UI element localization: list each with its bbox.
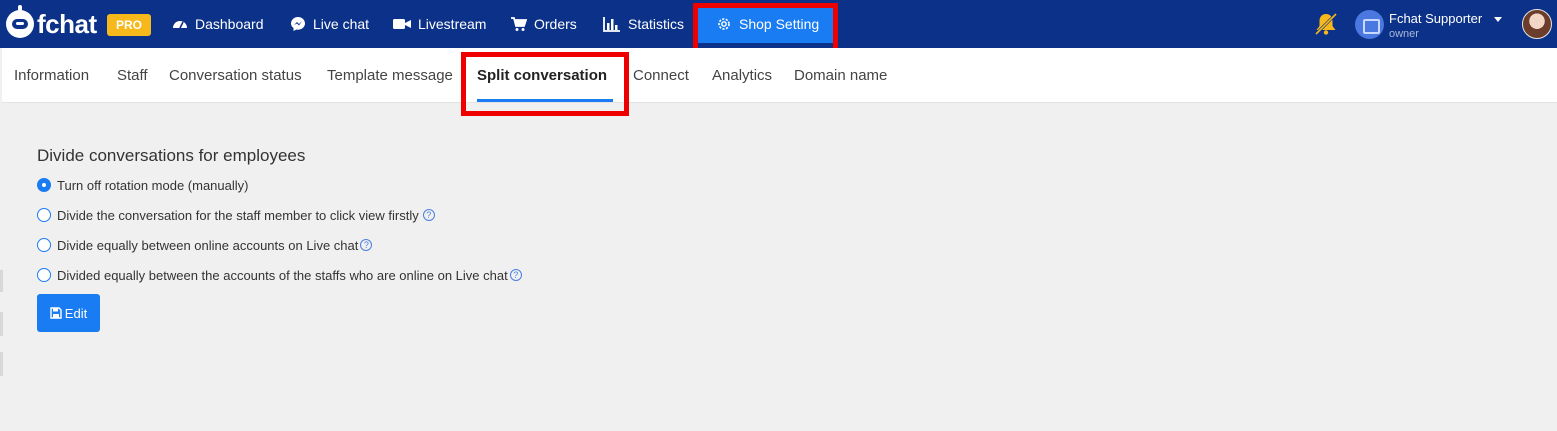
cart-icon	[511, 16, 528, 32]
user-role: owner	[1389, 28, 1419, 40]
help-icon[interactable]: ?	[422, 209, 435, 221]
nav-livestream[interactable]: Livestream	[393, 0, 486, 48]
fchat-logo[interactable]: fchat	[6, 5, 97, 40]
nav-live-chat[interactable]: Live chat	[290, 0, 369, 48]
bell-slash-icon[interactable]	[1313, 11, 1339, 37]
nav-orders[interactable]: Orders	[511, 0, 577, 48]
dashboard-icon	[172, 16, 188, 32]
pro-badge: PRO	[107, 14, 151, 36]
save-icon	[50, 307, 62, 319]
nav-live-chat-label: Live chat	[313, 16, 370, 32]
radio-online-accounts[interactable]	[37, 238, 51, 252]
nav-dashboard[interactable]: Dashboard	[172, 0, 264, 48]
option-online-staff[interactable]: Divided equally between the accounts of …	[37, 266, 522, 284]
bar-chart-icon	[603, 16, 621, 32]
radio-online-staff[interactable]	[37, 268, 51, 282]
option-manual-label: Turn off rotation mode (manually)	[57, 177, 249, 193]
chevron-down-icon[interactable]	[1494, 17, 1502, 22]
help-icon[interactable]: ?	[509, 269, 522, 281]
option-click-view-first-label: Divide the conversation for the staff me…	[57, 207, 419, 223]
nav-livestream-label: Livestream	[418, 16, 487, 32]
nav-statistics[interactable]: Statistics	[603, 0, 684, 48]
left-edge-strip	[0, 312, 3, 336]
tab-connect[interactable]: Connect	[633, 48, 689, 102]
user-name[interactable]: Fchat Supporter	[1389, 11, 1482, 26]
section-title: Divide conversations for employees	[37, 146, 306, 165]
edit-button-label: Edit	[64, 305, 88, 321]
store-avatar[interactable]	[1355, 10, 1384, 39]
option-click-view-first[interactable]: Divide the conversation for the staff me…	[37, 206, 435, 224]
bot-logo-icon	[6, 5, 34, 38]
logo-text: fchat	[37, 8, 97, 39]
tab-template-message[interactable]: Template message	[327, 48, 453, 102]
nav-statistics-label: Statistics	[628, 16, 685, 32]
video-camera-icon	[393, 16, 411, 32]
tab-information[interactable]: Information	[14, 48, 89, 102]
help-icon[interactable]: ?	[360, 239, 373, 251]
nav-orders-label: Orders	[534, 16, 577, 32]
tab-domain-name[interactable]: Domain name	[794, 48, 887, 102]
tab-analytics[interactable]: Analytics	[712, 48, 772, 102]
radio-click-view-first[interactable]	[37, 208, 51, 222]
settings-tabbar: Information Staff Conversation status Te…	[2, 48, 1557, 103]
profile-photo[interactable]	[1522, 9, 1552, 39]
left-edge-strip	[0, 352, 3, 376]
messenger-icon	[290, 16, 306, 32]
option-online-accounts[interactable]: Divide equally between online accounts o…	[37, 236, 373, 254]
edit-button[interactable]: Edit	[37, 294, 100, 332]
highlight-split-conversation	[461, 52, 629, 116]
tab-conversation-status[interactable]: Conversation status	[169, 48, 302, 102]
tab-staff[interactable]: Staff	[117, 48, 148, 102]
nav-dashboard-label: Dashboard	[195, 16, 264, 32]
option-online-accounts-label: Divide equally between online accounts o…	[57, 237, 359, 253]
radio-manual[interactable]	[37, 178, 51, 192]
option-online-staff-label: Divided equally between the accounts of …	[57, 267, 508, 283]
left-edge-strip	[0, 270, 3, 292]
option-manual[interactable]: Turn off rotation mode (manually)	[37, 176, 248, 194]
